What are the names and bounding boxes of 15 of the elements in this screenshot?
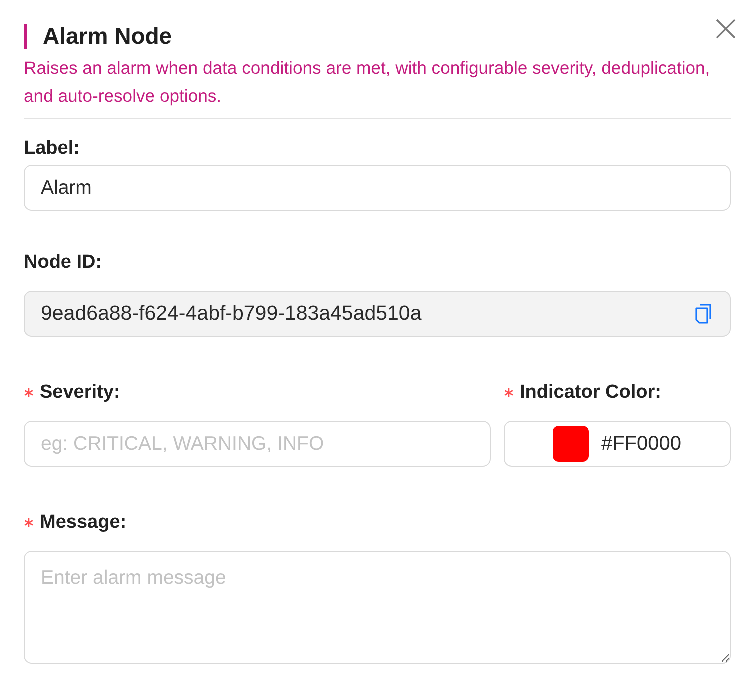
copy-icon[interactable] xyxy=(695,304,712,324)
field-label: Indicator Color: xyxy=(520,382,662,404)
field-label: Message: xyxy=(40,512,127,534)
id-field[interactable]: 9ead6a88-f624-4abf-b799-183a45ad510a xyxy=(24,291,731,337)
panel-title: Alarm Node xyxy=(24,24,172,49)
close-icon[interactable] xyxy=(716,19,736,39)
message-field[interactable]: Enter alarm message xyxy=(24,551,731,664)
text-field[interactable]: eg: CRITICAL, WARNING, INFO xyxy=(24,421,491,467)
field-label: Label: xyxy=(24,138,80,160)
panel-description: Raises an alarm when data conditions are met, with configurable severity, deduplication, and auto-resolve options. xyxy=(24,57,712,108)
text-field[interactable]: Alarm xyxy=(24,165,731,211)
field-label: Node ID: xyxy=(24,252,102,274)
field-label: Severity: xyxy=(40,382,120,404)
color-field[interactable]: #FF0000 xyxy=(504,421,731,467)
color-value: #FF0000 xyxy=(601,432,682,457)
